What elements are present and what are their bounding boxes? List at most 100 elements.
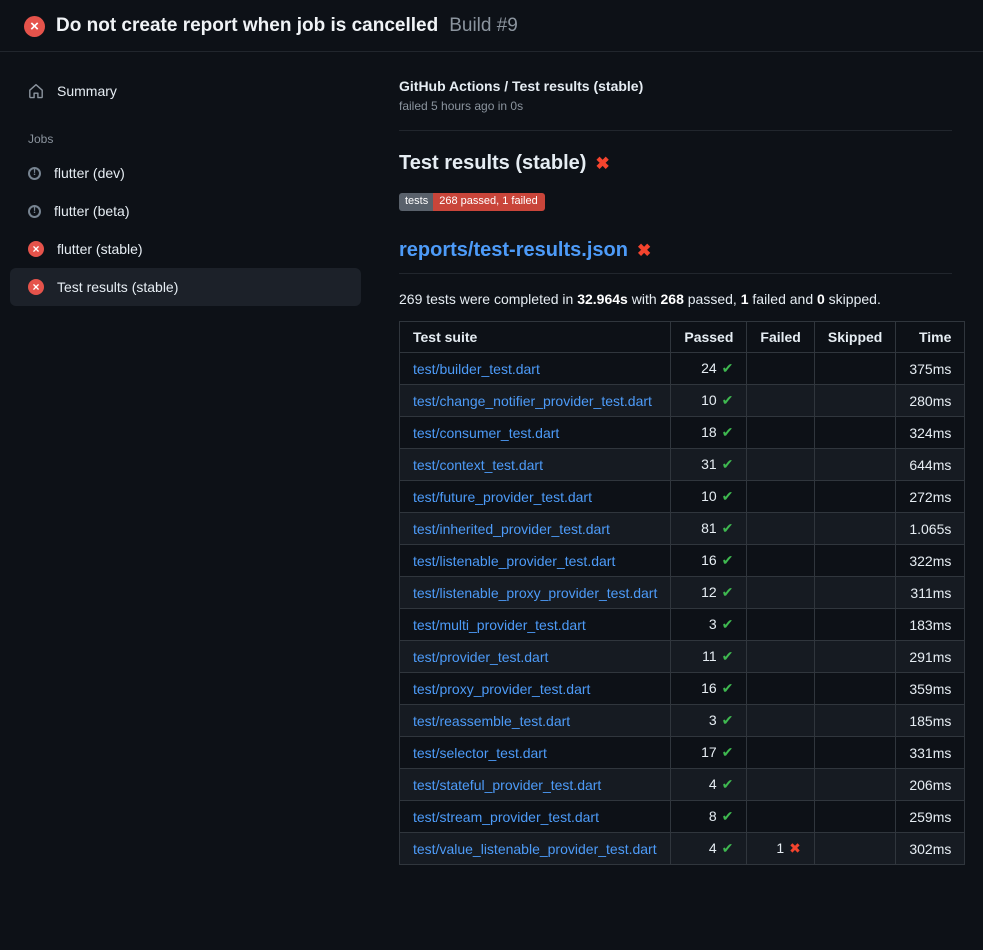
count-value: 81 xyxy=(701,520,717,536)
suite-link[interactable]: test/listenable_provider_test.dart xyxy=(413,553,615,569)
passed-cell: 31✔ xyxy=(671,449,747,481)
passed-cell: 3✔ xyxy=(671,705,747,737)
suite-cell: test/value_listenable_provider_test.dart xyxy=(400,833,671,865)
suite-link[interactable]: test/change_notifier_provider_test.dart xyxy=(413,393,652,409)
failed-cell xyxy=(747,417,814,449)
failed-cell: 1✖ xyxy=(747,833,814,865)
sidebar-job-flutter-stable[interactable]: ×flutter (stable) xyxy=(10,230,361,268)
check-icon: ✔ xyxy=(722,744,734,760)
skipped-cell xyxy=(814,801,895,833)
check-icon: ✔ xyxy=(722,360,734,376)
count-value: 18 xyxy=(701,424,717,440)
suite-link[interactable]: test/value_listenable_provider_test.dart xyxy=(413,841,657,857)
suite-link[interactable]: test/listenable_proxy_provider_test.dart xyxy=(413,585,657,601)
check-icon: ✔ xyxy=(722,488,734,504)
check-icon: ✔ xyxy=(722,584,734,600)
test-suite-row: test/consumer_test.dart18✔324ms xyxy=(400,417,965,449)
failed-cell xyxy=(747,353,814,385)
suite-link[interactable]: test/builder_test.dart xyxy=(413,361,540,377)
suite-cell: test/proxy_provider_test.dart xyxy=(400,673,671,705)
suite-link[interactable]: test/selector_test.dart xyxy=(413,745,547,761)
suite-link[interactable]: test/future_provider_test.dart xyxy=(413,489,592,505)
count-value: 3 xyxy=(709,616,717,632)
failed-cell xyxy=(747,673,814,705)
test-suite-row: test/change_notifier_provider_test.dart 1… xyxy=(400,385,965,417)
failed-cell xyxy=(747,801,814,833)
check-icon: ✔ xyxy=(722,616,734,632)
check-icon: ✔ xyxy=(722,680,734,696)
passed-cell: 4✔ xyxy=(671,833,747,865)
col-header-passed: Passed xyxy=(671,322,747,353)
breadcrumb: GitHub Actions / Test results (stable) xyxy=(399,78,952,94)
passed-cell: 16✔ xyxy=(671,545,747,577)
count-value: 24 xyxy=(701,360,717,376)
test-suite-row: test/multi_provider_test.dart3✔183ms xyxy=(400,609,965,641)
suite-cell: test/change_notifier_provider_test.dart xyxy=(400,385,671,417)
jobs-section-label: Jobs xyxy=(10,110,361,154)
count-value: 10 xyxy=(701,392,717,408)
test-suite-row: test/stateful_provider_test.dart4✔206ms xyxy=(400,769,965,801)
summary-mid2: passed, xyxy=(684,291,741,307)
test-suite-row: test/listenable_proxy_provider_test.dart… xyxy=(400,577,965,609)
suite-link[interactable]: test/context_test.dart xyxy=(413,457,543,473)
badge-label: tests xyxy=(399,193,433,211)
suite-link[interactable]: test/stream_provider_test.dart xyxy=(413,809,599,825)
neutral-status-icon: ! xyxy=(28,205,41,218)
suite-cell: test/stream_provider_test.dart xyxy=(400,801,671,833)
suite-link[interactable]: test/inherited_provider_test.dart xyxy=(413,521,610,537)
time-cell: 375ms xyxy=(896,353,965,385)
failed-status-icon: × xyxy=(28,279,44,295)
skipped-cell xyxy=(814,769,895,801)
header: × Do not create report when job is cance… xyxy=(0,0,983,52)
passed-cell: 3✔ xyxy=(671,609,747,641)
report-file-link[interactable]: reports/test-results.json xyxy=(399,239,628,262)
sidebar-job-flutter-dev[interactable]: !flutter (dev) xyxy=(10,154,361,192)
count-value: 4 xyxy=(709,776,717,792)
table-header-row: Test suite Passed Failed Skipped Time xyxy=(400,322,965,353)
test-suite-row: test/selector_test.dart17✔331ms xyxy=(400,737,965,769)
sidebar-item-summary[interactable]: Summary xyxy=(10,72,361,110)
suite-link[interactable]: test/proxy_provider_test.dart xyxy=(413,681,590,697)
col-header-skipped: Skipped xyxy=(814,322,895,353)
suite-link[interactable]: test/multi_provider_test.dart xyxy=(413,617,586,633)
failed-cell xyxy=(747,513,814,545)
skipped-cell xyxy=(814,705,895,737)
suite-link[interactable]: test/stateful_provider_test.dart xyxy=(413,777,601,793)
time-cell: 644ms xyxy=(896,449,965,481)
time-cell: 259ms xyxy=(896,801,965,833)
check-icon: ✔ xyxy=(722,808,734,824)
test-suite-row: test/reassemble_test.dart3✔185ms xyxy=(400,705,965,737)
test-suite-row: test/proxy_provider_test.dart16✔359ms xyxy=(400,673,965,705)
neutral-status-icon: ! xyxy=(28,167,41,180)
summary-passed-count: 268 xyxy=(661,291,684,307)
passed-cell: 24 ✔ xyxy=(671,353,747,385)
test-suite-row: test/future_provider_test.dart10✔272ms xyxy=(400,481,965,513)
passed-cell: 10✔ xyxy=(671,385,747,417)
failed-cell xyxy=(747,577,814,609)
suite-cell: test/future_provider_test.dart xyxy=(400,481,671,513)
check-icon: ✔ xyxy=(722,840,734,856)
tests-badge: tests 268 passed, 1 failed xyxy=(399,193,545,211)
time-cell: 311ms xyxy=(896,577,965,609)
summary-duration: 32.964s xyxy=(577,291,628,307)
summary-failed-count: 1 xyxy=(741,291,749,307)
time-cell: 272ms xyxy=(896,481,965,513)
run-title: Do not create report when job is cancell… xyxy=(56,15,438,37)
suite-cell: test/listenable_proxy_provider_test.dart xyxy=(400,577,671,609)
count-value: 11 xyxy=(702,648,717,664)
count-value: 3 xyxy=(709,712,717,728)
suite-cell: test/builder_test.dart xyxy=(400,353,671,385)
skipped-cell xyxy=(814,449,895,481)
sidebar-job-test-results-stable[interactable]: ×Test results (stable) xyxy=(10,268,361,306)
count-value: 16 xyxy=(701,552,717,568)
time-cell: 291ms xyxy=(896,641,965,673)
suite-link[interactable]: test/consumer_test.dart xyxy=(413,425,559,441)
skipped-cell xyxy=(814,609,895,641)
suite-link[interactable]: test/provider_test.dart xyxy=(413,649,548,665)
passed-cell: 4✔ xyxy=(671,769,747,801)
time-cell: 359ms xyxy=(896,673,965,705)
sidebar-job-flutter-beta[interactable]: !flutter (beta) xyxy=(10,192,361,230)
passed-cell: 18✔ xyxy=(671,417,747,449)
failed-cell xyxy=(747,737,814,769)
suite-link[interactable]: test/reassemble_test.dart xyxy=(413,713,570,729)
